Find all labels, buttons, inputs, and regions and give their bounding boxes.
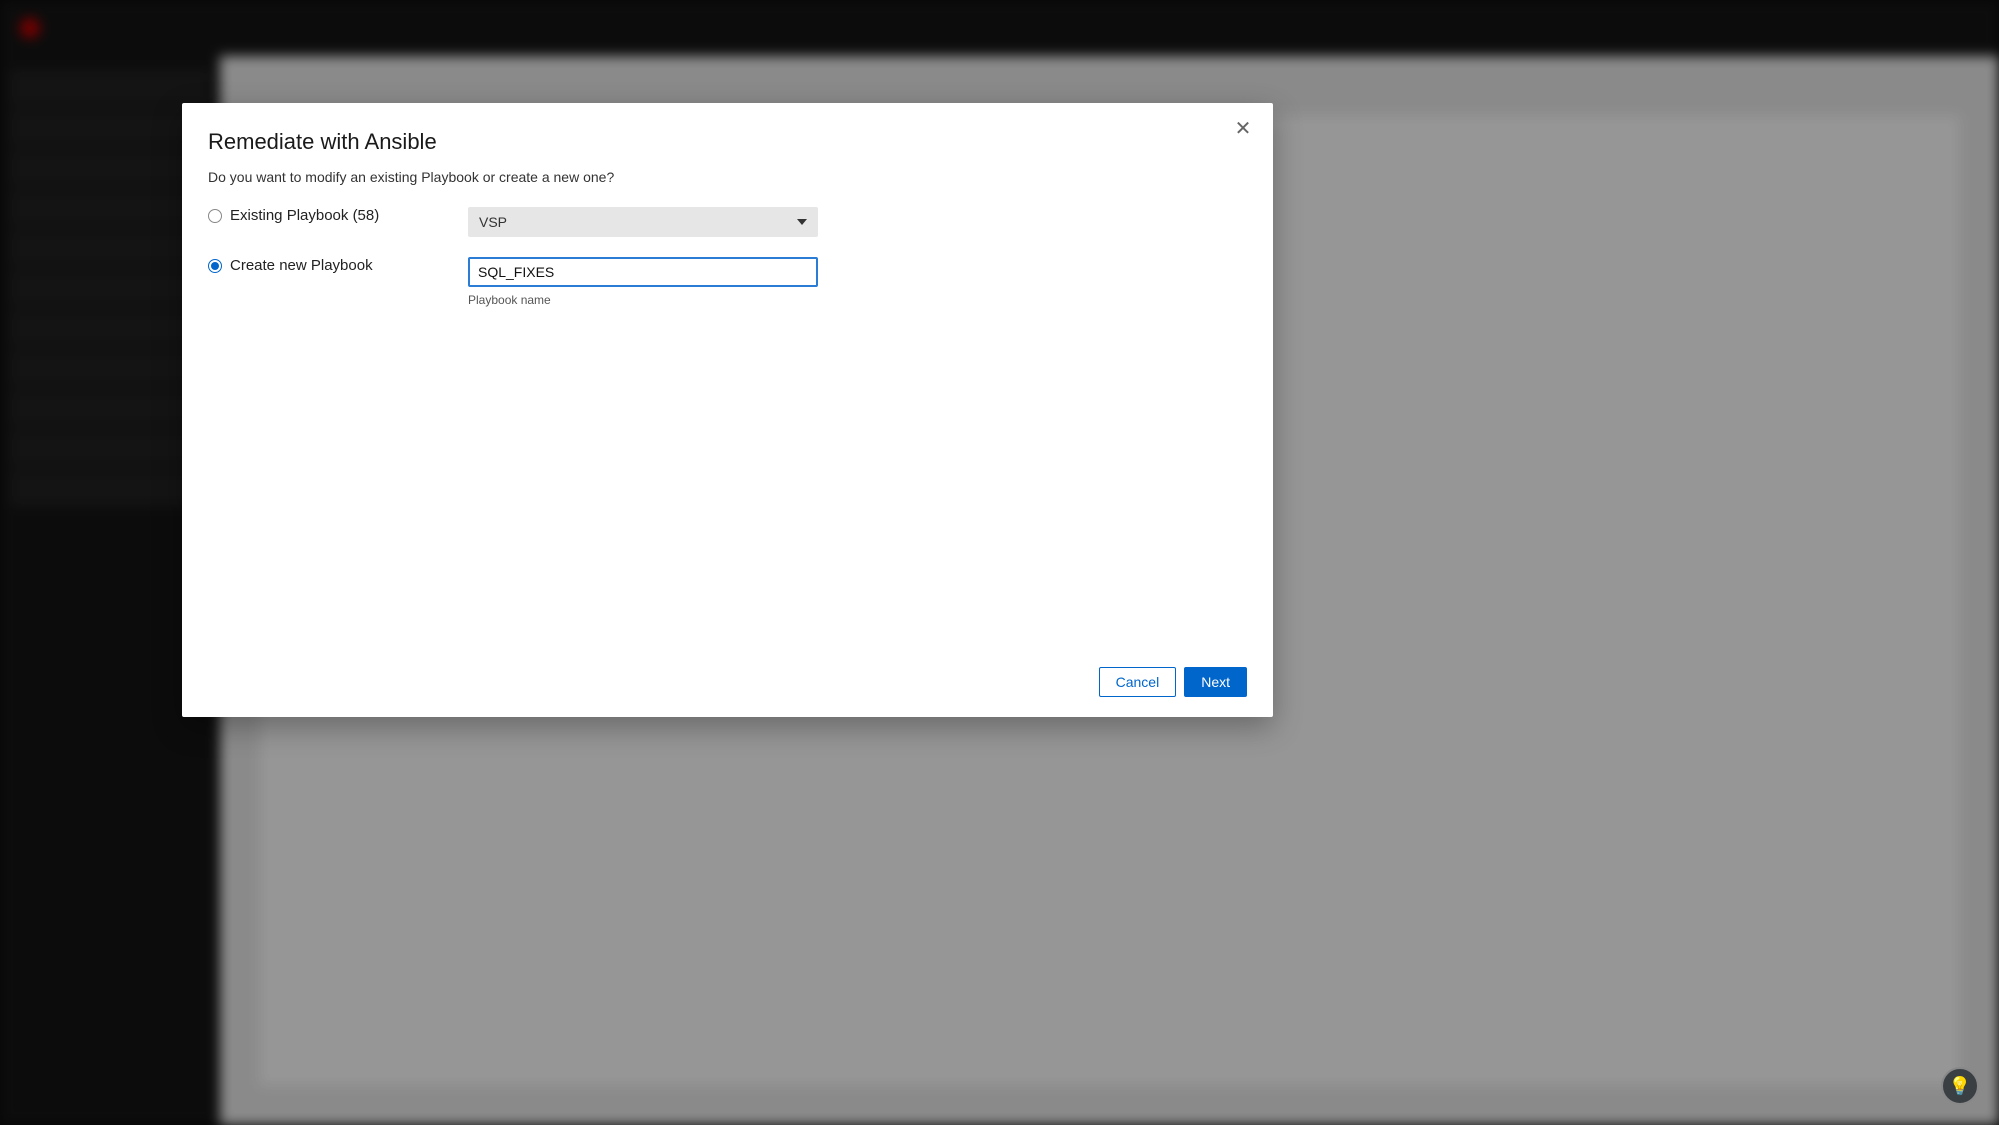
radio-icon [208,259,222,273]
lightbulb-icon: 💡 [1949,1076,1971,1097]
existing-playbook-select[interactable]: VSP [468,207,818,237]
radio-icon [208,209,222,223]
create-playbook-label: Create new Playbook [230,257,373,274]
form: Existing Playbook (58) VSP Create new Pl… [208,207,1247,307]
modal-prompt: Do you want to modify an existing Playbo… [208,169,1247,185]
create-playbook-row: Create new Playbook Playbook name [208,257,1247,307]
existing-playbook-label: Existing Playbook (58) [230,207,379,224]
next-button[interactable]: Next [1184,667,1247,697]
playbook-name-helper: Playbook name [468,293,818,307]
cancel-button[interactable]: Cancel [1099,667,1177,697]
help-button[interactable]: 💡 [1941,1067,1979,1105]
modal-footer: Cancel Next [208,667,1247,697]
modal-title: Remediate with Ansible [208,129,1247,155]
playbook-name-input[interactable] [468,257,818,287]
existing-playbook-radio[interactable]: Existing Playbook (58) [208,207,468,224]
existing-playbook-row: Existing Playbook (58) VSP [208,207,1247,237]
remediate-modal: ✕ Remediate with Ansible Do you want to … [182,103,1273,717]
select-value: VSP [479,214,507,230]
create-playbook-radio[interactable]: Create new Playbook [208,257,468,274]
close-button[interactable]: ✕ [1229,115,1257,143]
close-icon: ✕ [1235,118,1252,140]
chevron-down-icon [797,219,807,225]
